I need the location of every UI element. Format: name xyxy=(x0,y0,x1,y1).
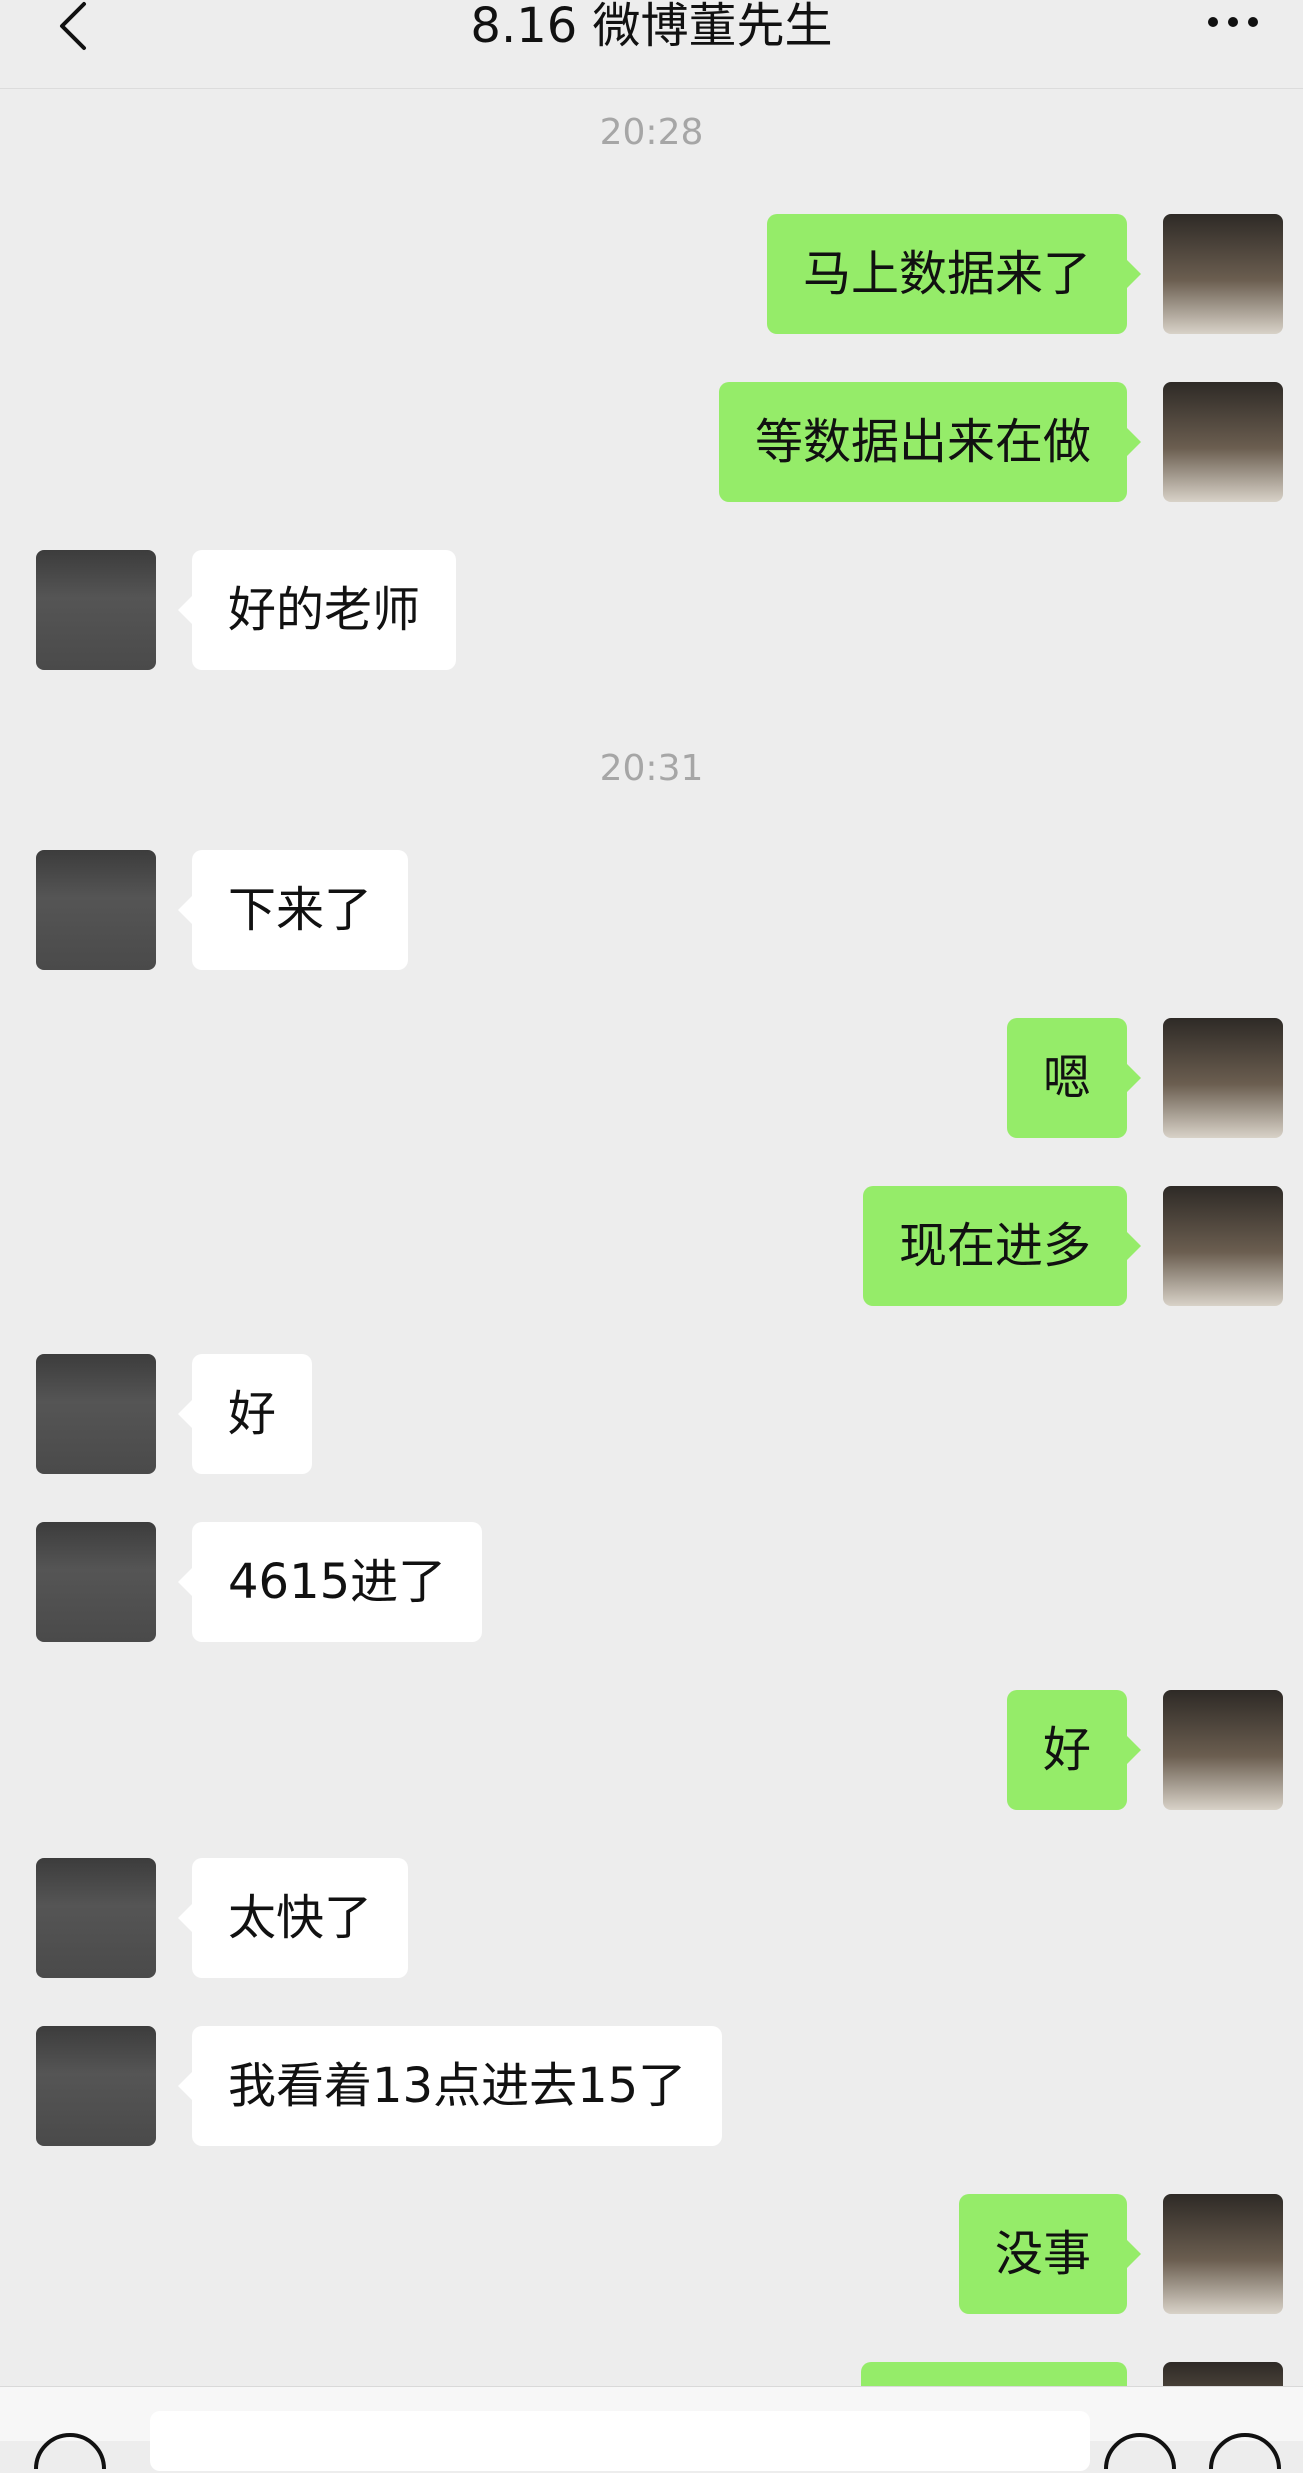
message-bubble[interactable]: 4615进了 xyxy=(177,1522,483,1642)
emoji-button[interactable] xyxy=(1100,2429,1180,2473)
message-row-sent: 等数据出来在做 xyxy=(0,382,1303,502)
timestamp: 20:28 xyxy=(599,112,704,153)
avatar[interactable] xyxy=(1163,214,1283,334)
input-bar xyxy=(0,2386,1303,2473)
avatar[interactable] xyxy=(36,1354,156,1474)
plus-button[interactable] xyxy=(1205,2429,1285,2473)
message-bubble[interactable]: 等数据出来在做 xyxy=(718,382,1142,502)
message-bubble[interactable]: 好 xyxy=(1006,1690,1142,1810)
message-bubble[interactable]: 马上数据来了 xyxy=(766,214,1142,334)
emoji-icon xyxy=(1104,2433,1176,2473)
message-row-sent: 马上数据来了 xyxy=(0,214,1303,334)
avatar[interactable] xyxy=(1163,382,1283,502)
avatar[interactable] xyxy=(36,2026,156,2146)
avatar[interactable] xyxy=(1163,1690,1283,1810)
message-row-received: 好的老师 xyxy=(0,550,1303,670)
message-bubble[interactable]: 现在进多 xyxy=(862,1186,1142,1306)
message-row-received: 我看着13点进去15了 xyxy=(0,2026,1303,2146)
avatar[interactable] xyxy=(1163,1186,1283,1306)
message-bubble[interactable]: 下来了 xyxy=(177,850,409,970)
voice-icon xyxy=(34,2433,106,2473)
message-row-received: 太快了 xyxy=(0,1858,1303,1978)
message-bubble[interactable]: 没事 xyxy=(958,2194,1142,2314)
chat-title: 8.16 微博董先生 xyxy=(470,0,833,54)
message-input[interactable] xyxy=(150,2411,1090,2471)
message-row-received: 4615进了 xyxy=(0,1522,1303,1642)
message-bubble[interactable]: 嗯 xyxy=(1006,1018,1142,1138)
avatar[interactable] xyxy=(1163,1018,1283,1138)
voice-button[interactable] xyxy=(30,2429,110,2473)
timestamp: 20:31 xyxy=(599,748,704,789)
message-row-received: 下来了 xyxy=(0,850,1303,970)
avatar[interactable] xyxy=(36,1858,156,1978)
avatar[interactable] xyxy=(36,1522,156,1642)
message-bubble[interactable]: 太快了 xyxy=(177,1858,409,1978)
avatar[interactable] xyxy=(36,550,156,670)
message-row-sent: 现在进多 xyxy=(0,1186,1303,1306)
avatar[interactable] xyxy=(36,850,156,970)
message-row-received: 好 xyxy=(0,1354,1303,1474)
message-bubble[interactable]: 我看着13点进去15了 xyxy=(177,2026,723,2146)
message-row-sent: 嗯 xyxy=(0,1018,1303,1138)
message-row-sent: 没事 xyxy=(0,2194,1303,2314)
message-row-sent: 好 xyxy=(0,1690,1303,1810)
plus-icon xyxy=(1209,2433,1281,2473)
more-button[interactable] xyxy=(1203,6,1263,46)
more-dots-icon xyxy=(1208,17,1258,27)
top-bar: 8.16 微博董先生 xyxy=(0,0,1303,89)
message-bubble[interactable]: 好的老师 xyxy=(177,550,457,670)
avatar[interactable] xyxy=(1163,2194,1283,2314)
message-bubble[interactable]: 好 xyxy=(177,1354,313,1474)
